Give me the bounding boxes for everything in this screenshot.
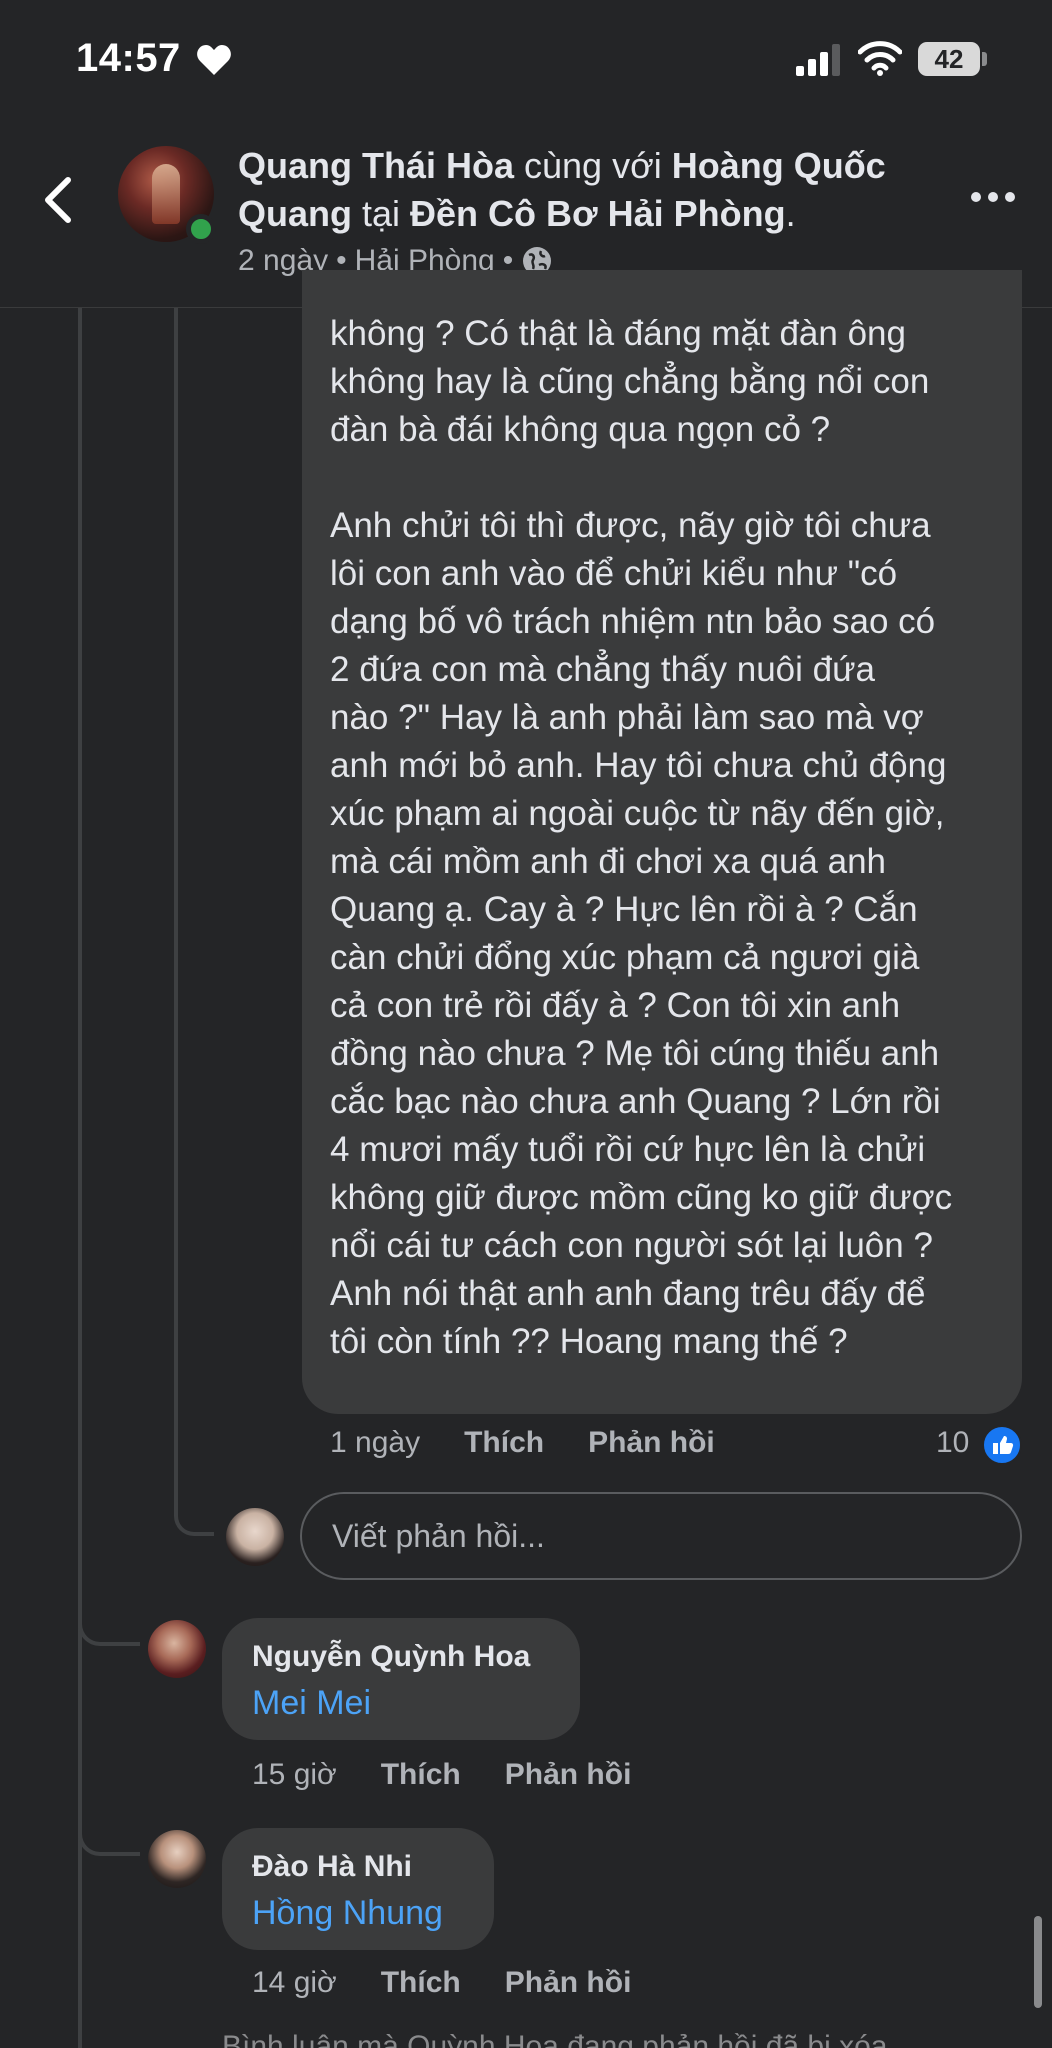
deleted-comment-note: Bình luận mà Quỳnh Hoa đang phản hồi đã … [222,2030,888,2048]
thread-connector-reply-box [174,1508,214,1536]
reply-button[interactable]: Phản hồi [588,1426,715,1460]
scrollbar[interactable] [1034,1916,1042,2008]
reply-time: 15 giờ [252,1758,337,1791]
reply-input[interactable]: Viết phản hồi... [300,1492,1022,1580]
thread-line-outer [78,308,82,2048]
status-bar: 14:57 42 [0,0,1052,118]
online-status-dot [186,214,216,244]
heart-icon [197,45,231,75]
at-text: tại [352,193,411,234]
reply-avatar[interactable] [148,1620,206,1678]
author-name[interactable]: Quang Thái Hòa [238,145,514,186]
reply-like-button[interactable]: Thích [381,1966,461,2000]
current-user-avatar [226,1508,284,1566]
post-title: Quang Thái Hòa cùng với Hoàng Quốc Quang… [238,142,938,238]
reply-reply-button[interactable]: Phản hồi [505,1758,632,1792]
title-period: . [785,193,796,234]
reply-author-name[interactable]: Nguyễn Quỳnh Hoa [252,1640,530,1674]
comment-text: không ? Có thật là đáng mặt đàn ông khôn… [330,314,953,1361]
back-icon[interactable] [40,174,76,226]
reply-tag[interactable]: Hồng Nhung [252,1894,443,1933]
comment-actions: 1 ngày Thích Phản hồi [330,1426,715,1460]
reply-avatar[interactable] [148,1830,206,1888]
reply-author-name[interactable]: Đào Hà Nhi [252,1850,412,1884]
reply-like-button[interactable]: Thích [381,1758,461,1792]
place-name[interactable]: Đền Cô Bơ Hải Phòng [410,193,786,234]
reply-actions: 14 giờ Thích Phản hồi [252,1966,631,2000]
thread-connector-reply-1 [78,1610,140,1646]
reply-actions: 15 giờ Thích Phản hồi [252,1758,631,1792]
like-count[interactable]: 10 [936,1426,969,1460]
thread-connector-reply-2 [78,1820,140,1856]
reply-time: 14 giờ [252,1966,337,1999]
like-button[interactable]: Thích [464,1426,544,1460]
signal-icon [796,44,840,76]
comment-time: 1 ngày [330,1426,421,1459]
thread-line-inner [174,308,178,1508]
reply-reply-button[interactable]: Phản hồi [505,1966,632,2000]
battery-indicator: 42 [918,42,980,76]
reply-tag[interactable]: Mei Mei [252,1684,371,1723]
like-icon[interactable] [982,1425,1022,1465]
wifi-icon [858,41,902,76]
status-time: 14:57 [76,36,181,80]
with-text: cùng với [514,145,672,186]
battery-tip [982,52,987,66]
more-icon[interactable] [970,188,1016,206]
